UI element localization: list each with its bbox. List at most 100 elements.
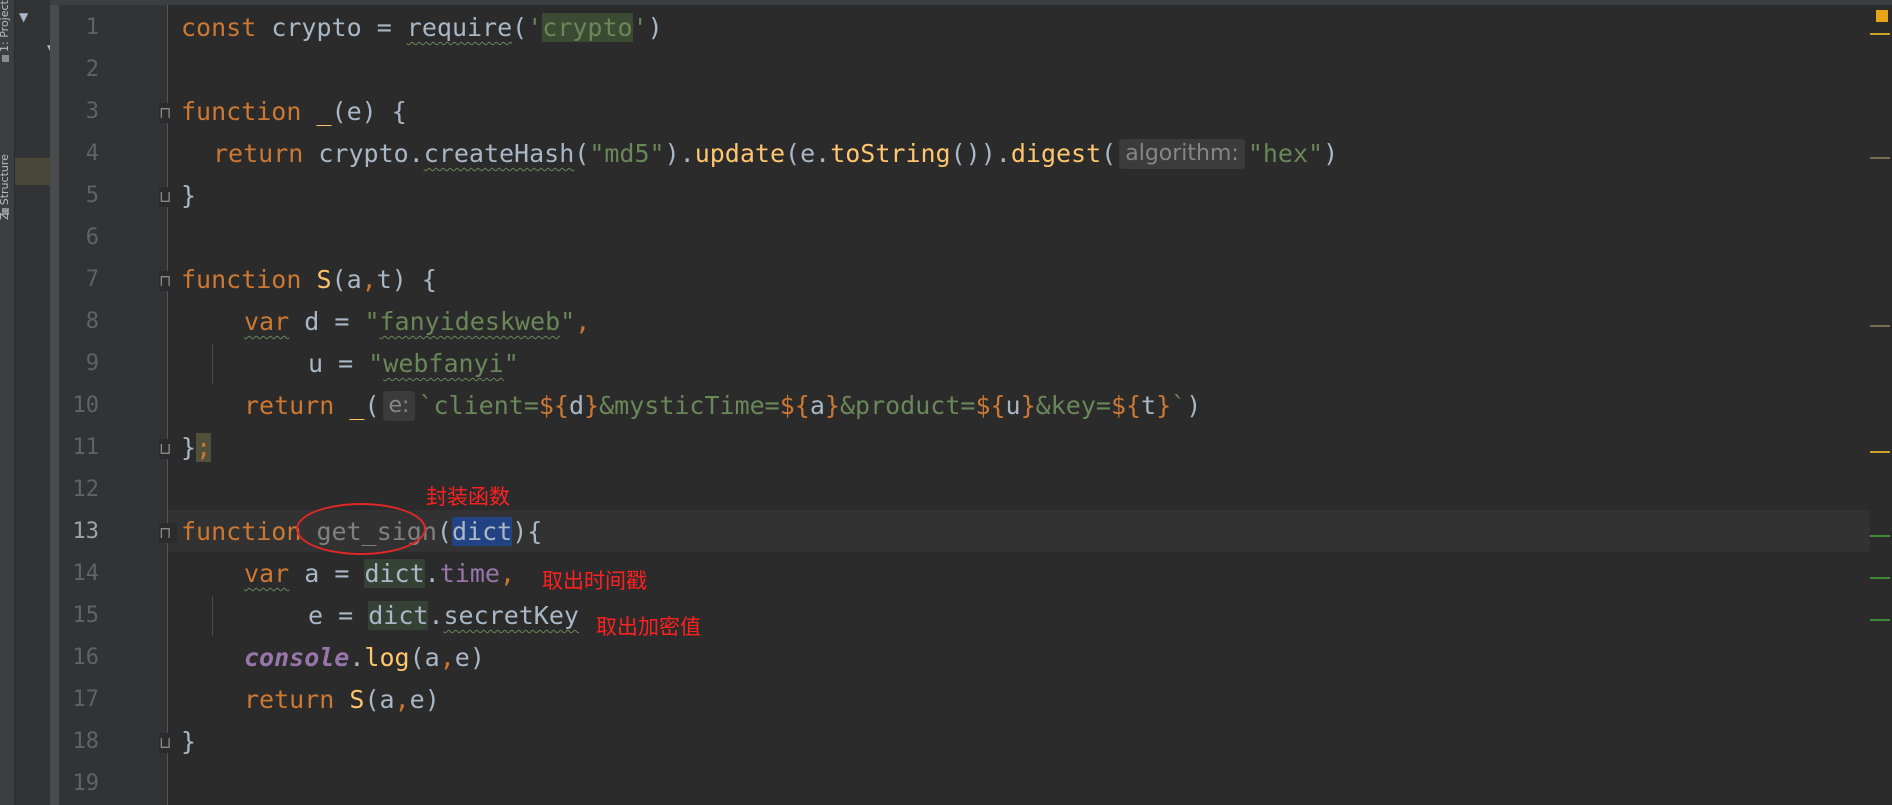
line-number: 1 [85,15,99,40]
annotation-circle [296,503,426,555]
token: crypto [271,13,362,42]
token: &key= [1035,391,1111,420]
token: createHash [423,139,575,168]
token: return [213,139,304,168]
fold-open-icon[interactable]: ⊓ [159,271,177,291]
structure-tool-tab[interactable]: Z: Structure [0,104,14,220]
line-number: 15 [72,603,100,628]
token: t [376,265,392,294]
stripe-marker[interactable] [1870,325,1890,327]
token: e [800,139,816,168]
line-number: 9 [85,351,99,376]
stripe-marker[interactable] [1870,451,1890,453]
token: u [308,349,324,378]
token: dict [368,601,429,630]
ide-editor-window: 1: Project Z: Structure ▼ ▼ 1 2 3 4 5 6 … [0,0,1892,805]
inspection-status-icon[interactable] [1876,10,1888,22]
error-stripe[interactable] [1870,5,1892,805]
line-number: 12 [72,477,100,502]
stripe-marker[interactable] [1870,33,1890,35]
top-border [0,0,1892,5]
code-line-5[interactable]: } [181,175,196,217]
line-number: 7 [85,267,99,292]
token: _ [349,391,365,420]
token: function [181,265,302,294]
fold-close-icon[interactable]: ⊔ [159,187,177,207]
code-line-15[interactable]: e = dict.secretKey [308,595,579,637]
token: "hex" [1247,139,1324,168]
token: log [364,643,410,672]
code-line-8[interactable]: var d = "fanyideskweb", [244,301,590,343]
code-line-18[interactable]: } [181,721,196,763]
inlay-hint: e: [382,391,416,421]
token: client= [433,391,539,420]
selected-parameter: dict [451,517,513,546]
line-number: 19 [72,771,100,796]
token: d [304,307,320,336]
line-number: 16 [72,645,100,670]
token: webfanyi [383,349,504,378]
code-line-3[interactable]: function _(e) { [181,91,407,133]
inlay-hint: algorithm: [1119,139,1245,169]
fold-open-icon[interactable]: ⊓ [159,103,177,123]
code-line-14[interactable]: var a = dict.time, [244,553,515,595]
token: dict [364,559,425,588]
line-number: 11 [72,435,100,460]
stripe-marker[interactable] [1870,577,1890,579]
token: var [244,559,290,588]
line-number: 18 [72,729,100,754]
line-number: 6 [85,225,99,250]
annotation-take-secret-key: 取出加密值 [596,615,701,639]
token: S [349,685,365,714]
token: _ [316,97,332,126]
token: e [409,685,425,714]
token: digest [1010,139,1102,168]
stripe-marker[interactable] [1870,157,1890,159]
code-line-9[interactable]: u = "webfanyi" [308,343,519,385]
code-line-1[interactable]: const crypto = require('crypto') [181,7,663,49]
stripe-marker[interactable] [1870,535,1890,537]
token: crypto [542,13,633,42]
token: t [1141,391,1157,420]
left-tool-strip: 1: Project Z: Structure [0,0,15,805]
token: "md5" [589,139,665,168]
panel-scrollbar[interactable] [50,5,59,805]
token: return [244,391,335,420]
line-number: 2 [85,57,99,82]
line-number: 17 [72,687,100,712]
token: function [181,517,302,546]
code-line-7[interactable]: function S(a,t) { [181,259,437,301]
line-number-current: 13 [72,519,100,544]
token: return [244,685,335,714]
code-line-16[interactable]: console.log(a,e) [244,637,485,679]
indent-guide [212,344,213,384]
gutter-separator [167,5,168,805]
project-tool-tab[interactable]: 1: Project [0,0,14,52]
token: require [406,13,513,42]
line-number: 8 [85,309,99,334]
token: function [181,97,302,126]
line-number: 5 [85,183,99,208]
token: const [181,13,257,42]
line-number: 14 [72,561,100,586]
line-number: 4 [85,141,99,166]
line-number: 10 [72,393,100,418]
fold-open-icon[interactable]: ⊓ [159,523,177,543]
token: a [424,643,440,672]
code-line-10[interactable]: return _(e: `client=${d}&mysticTime=${a}&… [244,385,1201,427]
annotation-wrapper-function: 封装函数 [426,485,510,509]
token: a [379,685,395,714]
fold-close-icon[interactable]: ⊔ [159,733,177,753]
code-line-17[interactable]: return S(a,e) [244,679,440,721]
fold-close-icon[interactable]: ⊔ [159,439,177,459]
code-line-4[interactable]: return crypto.createHash("md5").update(e… [213,133,1338,175]
token: e [346,97,362,126]
code-line-11[interactable]: }; [181,427,212,469]
line-number: 3 [85,99,99,124]
token: crypto [318,139,409,168]
stripe-marker[interactable] [1870,619,1890,621]
token: &mysticTime= [599,391,780,420]
project-tool-icon[interactable] [2,55,9,62]
collapse-arrow-icon[interactable]: ▼ [19,10,28,24]
token: a [346,265,362,294]
